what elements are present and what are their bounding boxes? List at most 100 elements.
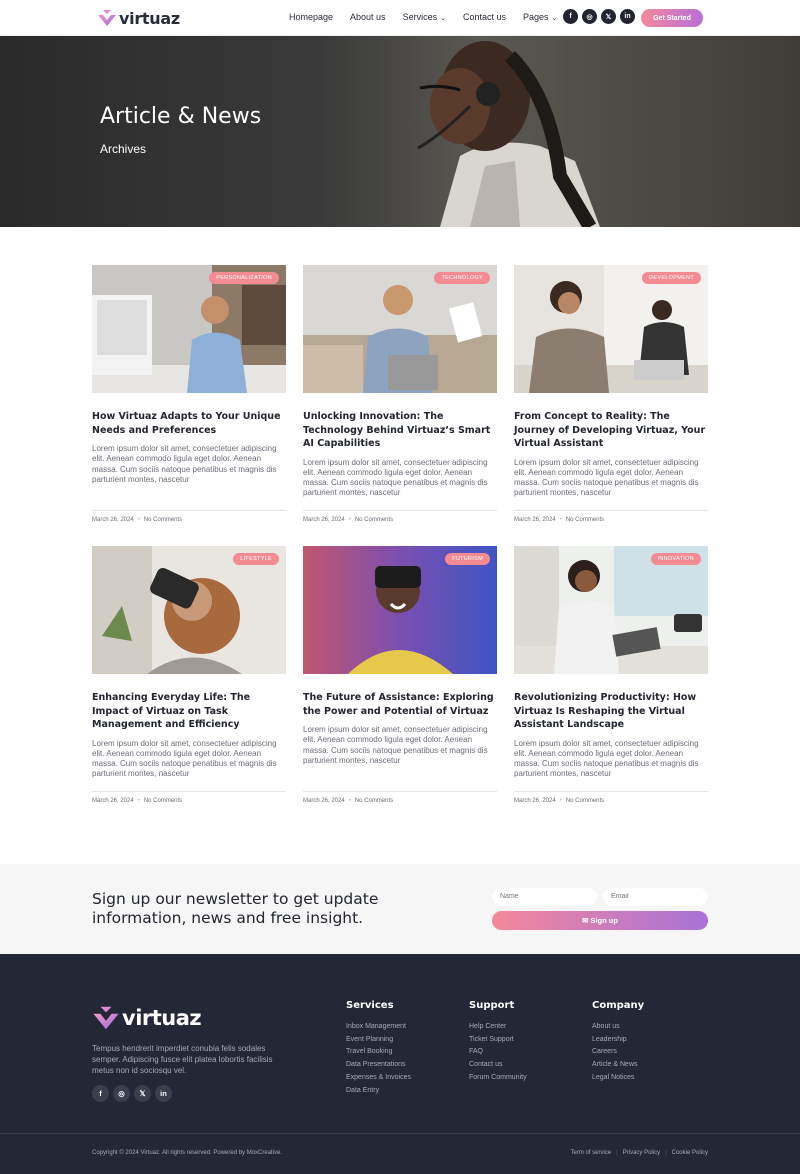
- newsletter-email-input[interactable]: [603, 888, 708, 906]
- post-title[interactable]: How Virtuaz Adapts to Your Unique Needs …: [92, 410, 286, 437]
- separator-dot: •: [559, 517, 562, 523]
- post-meta: March 26, 2024 • No Comments: [303, 791, 497, 804]
- footer-column-support: Support Help Center Ticket Support FAQ C…: [469, 1000, 527, 1085]
- chevron-down-icon: ⌄: [440, 15, 446, 22]
- terms-link[interactable]: Term of service: [570, 1150, 611, 1156]
- footer-link[interactable]: Expenses & Invoices: [346, 1072, 411, 1085]
- footer-link[interactable]: Ticket Support: [469, 1034, 527, 1047]
- copyright-text: Copyright © 2024 Virtuaz. All rights res…: [92, 1150, 283, 1156]
- footer-link[interactable]: Event Planning: [346, 1034, 411, 1047]
- post-image[interactable]: DEVELOPMENT: [514, 265, 708, 393]
- post-excerpt: Lorem ipsum dolor sit amet, consectetuer…: [514, 738, 699, 779]
- footer-link[interactable]: Data Entry: [346, 1085, 411, 1098]
- post-excerpt: Lorem ipsum dolor sit amet, consectetuer…: [303, 457, 488, 498]
- post-title[interactable]: From Concept to Reality: The Journey of …: [514, 410, 708, 451]
- header-socials: f ◎ 𝕏 in: [563, 9, 635, 24]
- category-badge[interactable]: PERSONALIZATION: [209, 272, 279, 284]
- hero-image: [417, 41, 600, 227]
- footer-link[interactable]: About us: [592, 1021, 644, 1034]
- instagram-icon[interactable]: ◎: [582, 9, 597, 24]
- nav-homepage[interactable]: Homepage: [289, 12, 333, 22]
- privacy-link[interactable]: Privacy Policy: [623, 1150, 660, 1156]
- post-comments[interactable]: No Comments: [144, 798, 182, 804]
- footer-logo[interactable]: virtuaz: [92, 1004, 202, 1032]
- post-meta: March 26, 2024 • No Comments: [303, 510, 497, 523]
- post-card[interactable]: PERSONALIZATION How Virtuaz Adapts to Yo…: [92, 265, 286, 523]
- cookie-link[interactable]: Cookie Policy: [672, 1150, 708, 1156]
- post-title[interactable]: Unlocking Innovation: The Technology Beh…: [303, 410, 497, 451]
- post-image[interactable]: LIFESTYLE: [92, 546, 286, 674]
- footer-link[interactable]: Data Presentations: [346, 1059, 411, 1072]
- post-card[interactable]: LIFESTYLE Enhancing Everyday Life: The I…: [92, 546, 286, 804]
- footer-divider: [0, 1133, 800, 1134]
- footer-link[interactable]: Inbox Management: [346, 1021, 411, 1034]
- post-title[interactable]: The Future of Assistance: Exploring the …: [303, 691, 497, 718]
- footer-link[interactable]: Article & News: [592, 1059, 644, 1072]
- post-title[interactable]: Revolutionizing Productivity: How Virtua…: [514, 691, 708, 732]
- legal-links: Term of service | Privacy Policy | Cooki…: [570, 1150, 708, 1156]
- category-badge[interactable]: TECHNOLOGY: [434, 272, 490, 284]
- post-excerpt: Lorem ipsum dolor sit amet, consectetuer…: [303, 725, 488, 765]
- post-excerpt: Lorem ipsum dolor sit amet, consectetuer…: [514, 457, 699, 498]
- footer-link[interactable]: Travel Booking: [346, 1046, 411, 1059]
- linkedin-icon[interactable]: in: [155, 1085, 172, 1102]
- nav-about-us[interactable]: About us: [350, 12, 386, 22]
- footer-link[interactable]: Forum Community: [469, 1072, 527, 1085]
- category-badge[interactable]: DEVELOPMENT: [642, 272, 701, 284]
- nav-label: Contact us: [462, 12, 506, 22]
- footer-link[interactable]: FAQ: [469, 1046, 527, 1059]
- post-comments[interactable]: No Comments: [355, 517, 393, 523]
- post-title[interactable]: Enhancing Everyday Life: The Impact of V…: [92, 691, 286, 732]
- post-comments[interactable]: No Comments: [566, 517, 604, 523]
- facebook-icon[interactable]: f: [563, 9, 578, 24]
- post-meta: March 26, 2024 • No Comments: [92, 510, 286, 523]
- newsletter-name-input[interactable]: [492, 888, 597, 906]
- separator: |: [665, 1150, 667, 1156]
- nav-contact-us[interactable]: Contact us: [463, 12, 506, 22]
- post-card[interactable]: FUTURISM The Future of Assistance: Explo…: [303, 546, 497, 804]
- site-footer: virtuaz Tempus hendrerit imperdiet conub…: [0, 954, 800, 1174]
- x-twitter-icon[interactable]: 𝕏: [134, 1085, 151, 1102]
- separator-dot: •: [348, 517, 351, 523]
- post-card[interactable]: TECHNOLOGY Unlocking Innovation: The Tec…: [303, 265, 497, 523]
- get-started-button[interactable]: Get Started: [641, 9, 703, 27]
- separator-dot: •: [137, 517, 140, 523]
- linkedin-icon[interactable]: in: [620, 9, 635, 24]
- post-comments[interactable]: No Comments: [144, 517, 182, 523]
- separator-dot: •: [559, 798, 562, 804]
- footer-link[interactable]: Help Center: [469, 1021, 527, 1034]
- nav-label: Homepage: [289, 12, 334, 22]
- post-image[interactable]: INNOVATION: [514, 546, 708, 674]
- post-card[interactable]: DEVELOPMENT From Concept to Reality: The…: [514, 265, 708, 523]
- category-badge[interactable]: FUTURISM: [445, 553, 490, 565]
- post-comments[interactable]: No Comments: [566, 798, 604, 804]
- post-image[interactable]: FUTURISM: [303, 546, 497, 674]
- post-meta: March 26, 2024 • No Comments: [514, 791, 708, 804]
- post-comments[interactable]: No Comments: [355, 798, 393, 804]
- nav-label: Services: [402, 12, 438, 22]
- facebook-icon[interactable]: f: [92, 1085, 109, 1102]
- x-twitter-icon[interactable]: 𝕏: [601, 9, 616, 24]
- brand-logo[interactable]: virtuaz: [97, 8, 180, 28]
- footer-link[interactable]: Legal Notices: [592, 1072, 644, 1085]
- footer-link[interactable]: Leadership: [592, 1034, 644, 1047]
- footer-link[interactable]: Careers: [592, 1046, 644, 1059]
- category-badge[interactable]: INNOVATION: [650, 553, 701, 565]
- post-excerpt: Lorem ipsum dolor sit amet, consectetuer…: [92, 444, 277, 484]
- nav-label: About us: [350, 12, 386, 22]
- instagram-icon[interactable]: ◎: [113, 1085, 130, 1102]
- footer-link[interactable]: Contact us: [469, 1059, 527, 1072]
- post-meta: March 26, 2024 • No Comments: [514, 510, 708, 523]
- logo-icon: [93, 1006, 119, 1030]
- post-photo: [514, 265, 708, 393]
- page-hero: Article & News Archives: [0, 36, 800, 227]
- post-image[interactable]: PERSONALIZATION: [92, 265, 286, 393]
- nav-pages[interactable]: Pages ⌄: [523, 12, 557, 22]
- footer-socials: f ◎ 𝕏 in: [92, 1085, 172, 1102]
- post-image[interactable]: TECHNOLOGY: [303, 265, 497, 393]
- nav-services[interactable]: Services ⌄: [403, 12, 446, 22]
- category-badge[interactable]: LIFESTYLE: [233, 553, 279, 565]
- separator-dot: •: [348, 798, 351, 804]
- post-card[interactable]: INNOVATION Revolutionizing Productivity:…: [514, 546, 708, 804]
- sign-up-button[interactable]: ✉ Sign up: [492, 911, 708, 930]
